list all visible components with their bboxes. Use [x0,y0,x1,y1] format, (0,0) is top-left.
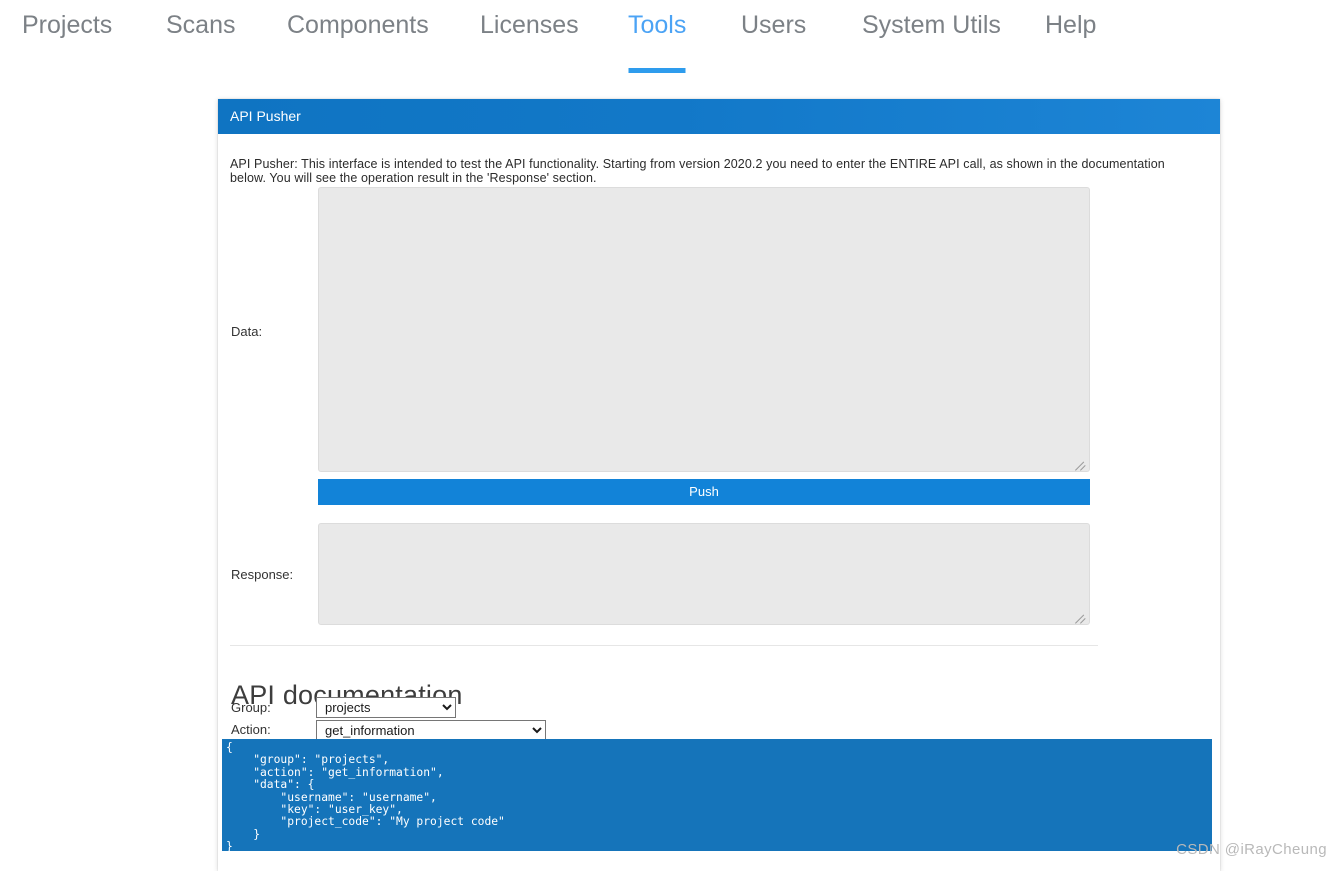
page-root: Projects Scans Components Licenses Tools… [0,0,1333,871]
data-field-label: Data: [231,324,263,339]
push-button[interactable]: Push [318,479,1090,505]
action-select[interactable]: get_information [316,720,546,741]
nav-item-tools-label: Tools [628,11,687,39]
response-field-label: Response: [231,567,294,582]
panel-description: API Pusher: This interface is intended t… [230,156,1165,186]
nav-item-system-utils[interactable]: System Utils [862,0,1001,38]
action-select-label: Action: [231,722,271,737]
panel-title: API Pusher [230,108,301,124]
section-divider [230,645,1098,646]
nav-item-components[interactable]: Components [287,0,429,38]
main-navigation: Projects Scans Components Licenses Tools… [0,0,1333,73]
group-select[interactable]: projects [316,697,456,718]
nav-item-projects[interactable]: Projects [22,0,112,38]
watermark-text: CSDN @iRayCheung [1176,841,1327,858]
nav-item-users[interactable]: Users [741,0,806,38]
nav-item-help[interactable]: Help [1045,0,1096,38]
nav-item-licenses[interactable]: Licenses [480,0,579,38]
api-pusher-panel: API Pusher API Pusher: This interface is… [218,99,1220,871]
response-textarea[interactable] [318,523,1090,625]
nav-item-tools[interactable]: Tools [628,0,687,73]
group-select-label: Group: [231,700,271,715]
panel-body: API Pusher: This interface is intended t… [218,134,1220,871]
data-textarea[interactable] [318,187,1090,472]
panel-header: API Pusher [218,99,1220,134]
active-tab-underline [628,68,686,73]
nav-item-scans[interactable]: Scans [166,0,235,38]
api-example-code: { "group": "projects", "action": "get_in… [222,739,1212,851]
